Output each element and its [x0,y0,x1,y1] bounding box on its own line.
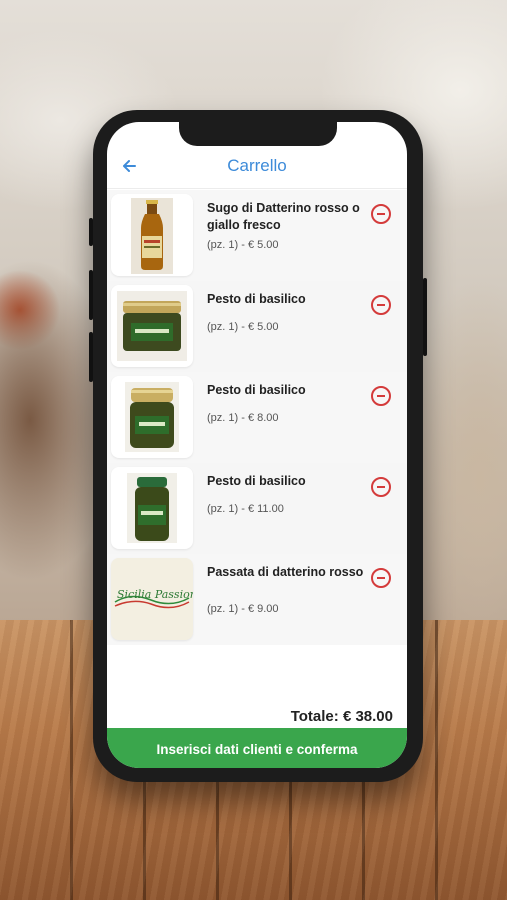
phone-volume-down [89,332,93,382]
item-price: (pz. 1) - € 5.00 [207,239,279,251]
item-name: Pesto di basilico [207,474,306,488]
item-price: (pz. 1) - € 11.00 [207,503,284,515]
cart-item: Pesto di basilico (pz. 1) - € 8.00 [107,372,407,463]
cart-list: Sugo di Datterino rosso o giallo fresco … [107,190,407,645]
item-price: (pz. 1) - € 9.00 [207,603,279,615]
product-image-pesto-jar-medium [111,376,193,458]
phone-notch [179,122,337,146]
product-image-pesto-jar [111,285,193,367]
cart-item: Pesto di basilico (pz. 1) - € 5.00 [107,281,407,372]
app-screen: Carrello Sugo di Datterino rosso o giall… [107,122,407,768]
item-name: Pesto di basilico [207,292,306,306]
product-image-sauce-bottle [111,194,193,276]
item-name: Sugo di Datterino rosso o giallo fresco [207,201,360,232]
item-name: Pesto di basilico [207,383,306,397]
phone-mute-switch [89,218,93,246]
cart-item: Sugo di Datterino rosso o giallo fresco … [107,190,407,281]
remove-circle-icon[interactable] [371,477,391,497]
cart-item: Pesto di basilico (pz. 1) - € 11.00 [107,463,407,554]
remove-circle-icon[interactable] [371,204,391,224]
page-title: Carrello [227,156,287,175]
product-image-pesto-jar-tall [111,467,193,549]
app-bar: Carrello [107,148,407,189]
item-name: Passata di datterino rosso [207,565,364,579]
phone-frame: Carrello Sugo di Datterino rosso o giall… [89,110,427,782]
confirm-order-button[interactable]: Inserisci dati clienti e conferma [107,728,407,768]
item-price: (pz. 1) - € 8.00 [207,412,279,424]
phone-power-button [423,278,427,356]
remove-circle-icon[interactable] [371,386,391,406]
remove-circle-icon[interactable] [371,295,391,315]
item-price: (pz. 1) - € 5.00 [207,321,279,333]
product-image-brand-logo: Sicilia Passion [111,558,193,640]
brand-logo-text: Sicilia Passion [117,588,193,601]
remove-circle-icon[interactable] [371,568,391,588]
cart-total: Totale: € 38.00 [290,708,393,725]
phone-volume-up [89,270,93,320]
cart-item: Sicilia Passion Passata di datterino ros… [107,554,407,645]
